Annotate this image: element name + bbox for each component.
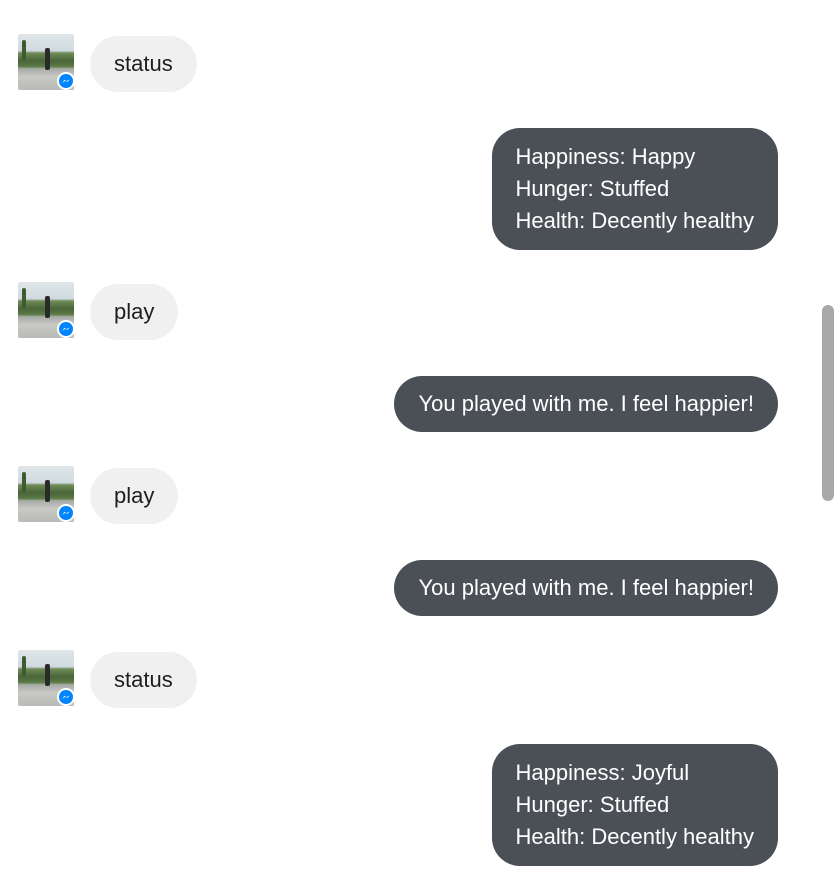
message-line: Happiness: Happy bbox=[515, 144, 696, 169]
chat-thread: status Happiness: Happy Hunger: Stuffed … bbox=[0, 0, 838, 886]
message-bubble-outgoing[interactable]: You played with me. I feel happier! bbox=[394, 376, 778, 432]
message-line: Hunger: Stuffed bbox=[515, 792, 670, 817]
message-line: You played with me. I feel happier! bbox=[418, 391, 754, 416]
message-line: Health: Decently healthy bbox=[515, 824, 754, 849]
message-text: play bbox=[114, 299, 155, 324]
message-bubble-outgoing[interactable]: You played with me. I feel happier! bbox=[394, 560, 778, 616]
message-line: Health: Decently healthy bbox=[515, 208, 754, 233]
message-bubble-outgoing[interactable]: Happiness: Happy Hunger: Stuffed Health:… bbox=[491, 128, 778, 250]
messenger-badge-icon bbox=[57, 72, 75, 90]
message-bubble-incoming[interactable]: play bbox=[90, 468, 179, 524]
message-line: Happiness: Joyful bbox=[515, 760, 690, 785]
messenger-badge-icon bbox=[57, 688, 75, 706]
message-line: Hunger: Stuffed bbox=[515, 176, 670, 201]
message-bubble-incoming[interactable]: status bbox=[90, 652, 197, 708]
message-bubble-incoming[interactable]: status bbox=[90, 36, 197, 92]
message-text: status bbox=[114, 51, 173, 76]
message-bubble-outgoing[interactable]: Happiness: Joyful Hunger: Stuffed Health… bbox=[491, 744, 778, 866]
messenger-badge-icon bbox=[57, 504, 75, 522]
scrollbar[interactable] bbox=[820, 0, 838, 886]
message-text: status bbox=[114, 667, 173, 692]
messenger-badge-icon bbox=[57, 320, 75, 338]
message-text: play bbox=[114, 483, 155, 508]
message-line: You played with me. I feel happier! bbox=[418, 575, 754, 600]
message-bubble-incoming[interactable]: play bbox=[90, 284, 179, 340]
scrollbar-thumb[interactable] bbox=[822, 305, 834, 501]
